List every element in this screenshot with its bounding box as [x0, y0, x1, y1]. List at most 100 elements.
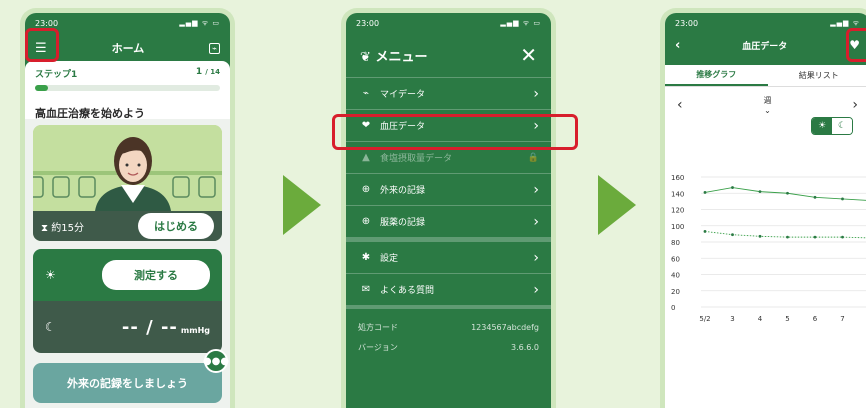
vitals-icon[interactable]: ⌁: [209, 43, 220, 54]
step-label: ステップ1: [35, 67, 77, 80]
phone-menu-screen: 23:00 ▂▄▆ ᯤ ▭ ❦ メニュー ✕ ⌁マイデータ›❤血圧データ›▲食塩…: [341, 8, 556, 408]
status-signal: ▂▄▆ ᯤ ▭: [179, 19, 220, 28]
menu-list-primary: ⌁マイデータ›❤血圧データ›▲食塩摂取量データ🔒⊕外来の記録›⊕服薬の記録›: [346, 77, 551, 237]
highlight-bp-data-item: [332, 114, 578, 150]
status-time: 23:00: [35, 19, 58, 28]
step-progress-bar: [35, 85, 220, 91]
y-tick-label: 100: [671, 223, 684, 231]
x-tick-label: 7: [840, 315, 844, 323]
menu-item-label: 食塩摂取量データ: [380, 151, 528, 164]
menu-item-label: マイデータ: [380, 87, 533, 100]
tab-result-list[interactable]: 結果リスト: [768, 65, 866, 86]
menu-title-text: メニュー: [375, 50, 427, 65]
step-counter: 1 / 14: [196, 67, 220, 80]
chevron-right-icon: ›: [533, 250, 539, 266]
back-icon[interactable]: ‹: [675, 38, 680, 53]
info-row: バージョン3.6.6.0: [346, 337, 551, 357]
hourglass-icon: ⧗: [41, 223, 48, 234]
start-lesson-button[interactable]: はじめる: [138, 213, 214, 239]
period-label: 週: [764, 96, 772, 105]
faq-icon: ✉: [358, 284, 374, 295]
page-title: 血圧データ: [742, 39, 787, 52]
visit-record-banner[interactable]: 外来の記録をしましょう ●●●: [33, 363, 222, 403]
moon-icon[interactable]: ☾: [832, 118, 852, 134]
step-arrow-2: [598, 175, 636, 235]
y-tick-label: 0: [671, 304, 675, 312]
x-tick-label: 6: [813, 315, 818, 323]
menu-item[interactable]: ⊕外来の記録›: [346, 173, 551, 205]
morning-measure-card: ☀ 測定する: [33, 249, 222, 301]
x-tick-label: 4: [758, 315, 763, 323]
y-tick-label: 20: [671, 288, 680, 296]
menu-title: ❦ メニュー: [360, 46, 427, 65]
prev-period-icon[interactable]: ‹: [677, 97, 683, 113]
bp-header: 23:00 ▂▄▆ ᯤ ‹ 血圧データ ♥: [665, 13, 866, 65]
data-point: [704, 191, 707, 194]
plus-circle-icon: ⊕: [358, 184, 374, 195]
close-icon[interactable]: ✕: [520, 43, 537, 67]
menu-header: ❦ メニュー ✕: [346, 33, 551, 77]
data-point: [841, 198, 844, 201]
step-section: ステップ1 1 / 14 高血圧治療を始めよう: [25, 61, 230, 119]
night-measure-card: ☾ -- / --mmHg: [33, 301, 222, 353]
page-title: ホーム: [112, 40, 145, 56]
bp-tabs: 推移グラフ 結果リスト: [665, 65, 866, 87]
info-key: 処方コード: [358, 322, 398, 333]
period-dropdown[interactable]: 週⌄: [764, 95, 772, 115]
data-point: [786, 236, 789, 239]
data-point: [731, 233, 734, 236]
chat-icon[interactable]: ●●●: [204, 349, 228, 373]
tab-trend-graph[interactable]: 推移グラフ: [665, 65, 768, 86]
step-current: 1: [196, 67, 202, 77]
menu-item[interactable]: ⌁マイデータ›: [346, 77, 551, 109]
data-point: [759, 235, 762, 238]
menu-item[interactable]: ✉ よくある質問›: [346, 273, 551, 305]
salt-icon: ▲: [358, 152, 374, 163]
next-period-icon[interactable]: ›: [852, 97, 858, 113]
chevron-down-icon: ⌄: [764, 106, 771, 115]
nurse-illustration: [33, 125, 222, 211]
info-key: バージョン: [358, 342, 398, 353]
data-point: [704, 230, 707, 233]
phone-home-screen: 23:00 ▂▄▆ ᯤ ▭ ☰ ホーム ⌁ ステップ1 1 / 14 高血圧治療…: [20, 8, 235, 408]
menu-item[interactable]: ⊕ 服薬の記録›: [346, 205, 551, 237]
day-night-toggle[interactable]: ☀ ☾: [811, 117, 853, 135]
menu-item-label: 服薬の記録: [380, 215, 533, 228]
visit-record-label: 外来の記録をしましょう: [67, 375, 188, 391]
bp-unit: mmHg: [181, 326, 210, 335]
menu-item-label: よくある質問: [380, 283, 533, 296]
lesson-duration: ⧗ 約15分: [41, 219, 84, 234]
chevron-right-icon: ›: [533, 214, 539, 230]
lesson-card[interactable]: ⧗ 約15分 はじめる: [33, 125, 222, 241]
chevron-right-icon: ›: [533, 282, 539, 298]
measure-button[interactable]: 測定する: [102, 260, 210, 290]
highlight-menu-icon: [25, 28, 59, 62]
sunrise-icon: ☀: [45, 268, 56, 282]
status-signal: ▂▄▆ ᯤ: [830, 19, 860, 28]
y-tick-label: 80: [671, 239, 680, 247]
phone-bp-data-screen: 23:00 ▂▄▆ ᯤ ‹ 血圧データ ♥ 推移グラフ 結果リスト ‹ 週⌄ ›…: [660, 8, 866, 408]
status-signal: ▂▄▆ ᯤ ▭: [500, 19, 541, 28]
menu-item[interactable]: ✱設定›: [346, 241, 551, 273]
lesson-title: 高血圧治療を始めよう: [35, 105, 220, 121]
bp-readout: -- / --mmHg: [122, 317, 210, 338]
gear-icon: ✱: [358, 252, 374, 263]
plus-circle-icon: ⊕: [358, 216, 374, 227]
status-bar: 23:00 ▂▄▆ ᯤ: [665, 13, 866, 33]
data-point: [841, 236, 844, 239]
bp-value: -- / --: [122, 317, 178, 338]
chart-icon: ⌁: [358, 88, 374, 99]
chevron-right-icon: ›: [533, 182, 539, 198]
status-time: 23:00: [675, 19, 698, 28]
y-tick-label: 40: [671, 272, 680, 280]
leaf-icon: ❦: [360, 50, 371, 65]
bp-trend-chart: 1601401201008060402005/2345678: [665, 163, 866, 323]
moon-icon: ☾: [45, 320, 56, 334]
y-tick-label: 120: [671, 207, 684, 215]
y-tick-label: 160: [671, 174, 684, 182]
step-arrow-1: [283, 175, 321, 235]
sun-icon[interactable]: ☀: [812, 118, 832, 134]
status-bar: 23:00 ▂▄▆ ᯤ ▭: [346, 13, 551, 33]
step-total: / 14: [205, 68, 220, 76]
status-time: 23:00: [356, 19, 379, 28]
